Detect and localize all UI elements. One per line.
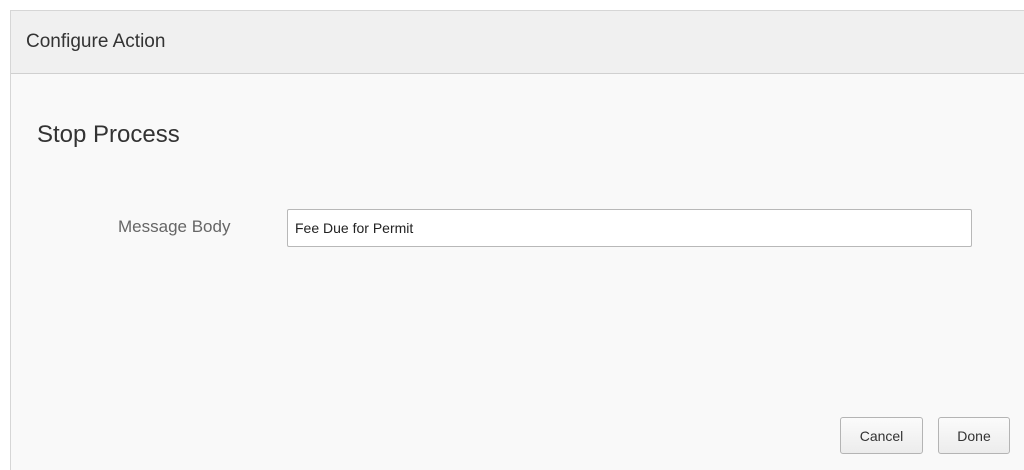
- done-button[interactable]: Done: [938, 417, 1010, 454]
- message-body-label: Message Body: [118, 217, 231, 236]
- section-title: Stop Process: [37, 121, 180, 148]
- message-body-input[interactable]: [287, 209, 972, 247]
- cancel-button[interactable]: Cancel: [840, 417, 923, 454]
- dialog-header: Configure Action: [11, 11, 1024, 74]
- dialog-title: Configure Action: [26, 31, 166, 52]
- configure-action-dialog: Configure Action Stop Process Message Bo…: [10, 10, 1024, 470]
